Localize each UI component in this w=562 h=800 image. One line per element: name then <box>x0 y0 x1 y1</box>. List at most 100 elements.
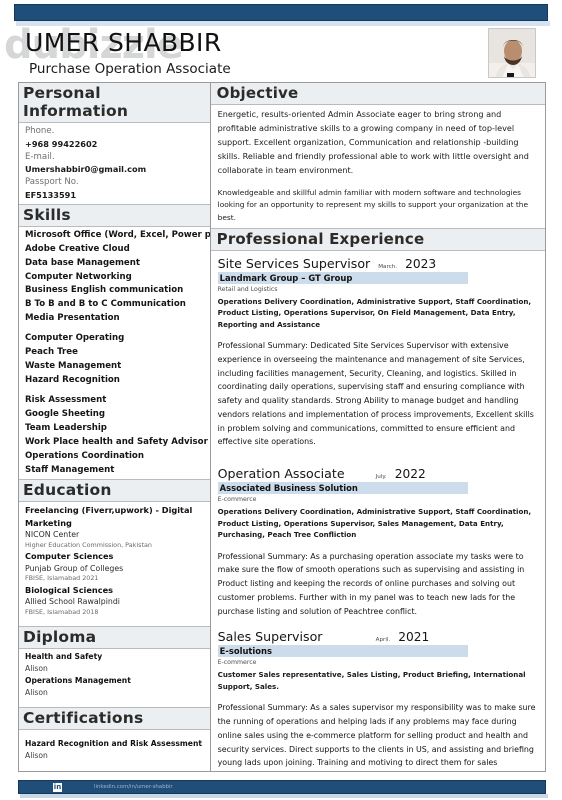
skills-body: Microsoft Office (Word, Excel, Power poi… <box>19 227 210 480</box>
skill-item: Operations Coordination <box>25 450 144 461</box>
skill-item: Media Presentation <box>25 313 120 324</box>
diploma-title: Health and Safety <box>25 651 103 661</box>
section-header-skills: Skills <box>19 203 210 227</box>
experience-entry: Sales Supervisor April. 2021 E-solutions… <box>217 629 537 770</box>
linkedin-icon[interactable]: in <box>53 782 62 792</box>
section-header-personal-information: Personal Information <box>19 83 210 123</box>
phone-value: +968 99422602 <box>25 138 98 149</box>
experience-year: 2023 <box>405 256 437 271</box>
resume-body: Personal Information Phone. +968 9942260… <box>18 82 546 772</box>
avatar <box>488 28 536 78</box>
education-entry: Biological Sciences Allied School Rawalp… <box>25 584 205 618</box>
objective-paragraph-1: Energetic, results-oriented Admin Associ… <box>217 109 529 175</box>
footer-bar: in linkedin.com/in/umer-shabbir <box>18 780 546 794</box>
skill-item: Risk Assessment <box>25 394 107 405</box>
skill-item: Work Place health and Safety Advisor <box>25 436 208 447</box>
experience-duties: Operations Delivery Coordination, Admini… <box>217 296 532 329</box>
experience-summary: Professional Summary: As a sales supervi… <box>217 703 536 768</box>
skill-item: Microsoft Office (Word, Excel, Power poi… <box>25 229 211 240</box>
top-decorative-bar <box>14 4 548 21</box>
experience-year: 2021 <box>398 630 430 645</box>
experience-position: Operation Associate <box>217 466 345 482</box>
experience-industry: E-commerce <box>217 659 257 667</box>
skill-item: Peach Tree <box>25 347 78 358</box>
certification-entry: Hazard Recognition and Risk Assessment A… <box>25 738 205 762</box>
section-header-objective: Objective <box>210 83 545 105</box>
skill-item: Computer Operating <box>25 333 125 344</box>
diploma-provider: Alison <box>25 687 48 697</box>
education-degree: Computer Sciences <box>25 551 114 562</box>
education-entry: Computer Sciences Punjab Group of Colleg… <box>25 550 205 584</box>
diploma-entry: Health and Safety Alison <box>25 651 205 675</box>
resume-page: dubizzle UMER SHABBIR Purchase Operation… <box>0 0 562 800</box>
experience-month: July. <box>375 474 387 481</box>
education-degree: Freelancing (Fiverr,upwork) - Digital Ma… <box>25 505 193 528</box>
skill-item: Computer Networking <box>25 271 132 282</box>
skill-item: Waste Management <box>25 361 122 372</box>
experience-industry: Retail and Logistics <box>217 285 278 293</box>
skill-item: Team Leadership <box>25 422 107 433</box>
top-bar-shadow <box>16 21 550 26</box>
certification-provider: Alison <box>25 751 48 761</box>
education-board: FBISE, Islamabad 2021 <box>25 574 99 583</box>
experience-company: Associated Business Solution <box>217 482 468 495</box>
linkedin-url[interactable]: linkedin.com/in/umer-shabbir <box>94 784 173 790</box>
experience-summary: Professional Summary: As a purchasing op… <box>217 551 525 616</box>
section-header-diploma: Diploma <box>19 625 210 649</box>
experience-entry: Operation Associate July. 2022 Associate… <box>217 466 537 618</box>
experience-heading: Operation Associate July. 2022 <box>218 466 537 481</box>
certification-title: Hazard Recognition and Risk Assessment <box>25 739 202 749</box>
objective-paragraph-2: Knowledgeable and skillful admin familia… <box>217 187 528 222</box>
skill-item: Staff Management <box>25 464 115 475</box>
certifications-body: Hazard Recognition and Risk Assessment A… <box>19 730 210 771</box>
diploma-body: Health and Safety Alison Operations Mana… <box>19 649 210 708</box>
experience-duties: Customer Sales representative, Sales Lis… <box>217 670 526 691</box>
experience-industry: E-commerce <box>217 496 257 504</box>
education-body: Freelancing (Fiverr,upwork) - Digital Ma… <box>19 502 210 625</box>
experience-duties: Operations Delivery Coordination, Admini… <box>217 507 532 540</box>
section-header-certifications: Certifications <box>19 707 210 731</box>
skill-item: Google Sheeting <box>25 408 106 419</box>
experience-company: E-solutions <box>217 645 468 658</box>
diploma-title: Operations Management <box>25 675 131 685</box>
education-institution: NICON Center <box>25 530 80 540</box>
section-header-education: Education <box>19 479 210 503</box>
experience-entry: Site Services Supervisor March. 2023 Lan… <box>217 255 537 449</box>
objective-body: Energetic, results-oriented Admin Associ… <box>211 105 545 228</box>
education-institution: Allied School Rawalpindi <box>25 597 120 607</box>
education-entry: Freelancing (Fiverr,upwork) - Digital Ma… <box>25 504 205 550</box>
passport-value: EF5133591 <box>25 190 77 201</box>
skill-item: Data base Management <box>25 257 140 268</box>
section-header-professional-experience: Professional Experience <box>210 227 545 251</box>
diploma-provider: Alison <box>25 663 48 673</box>
email-label: E-mail. <box>25 151 55 162</box>
header-name-block: UMER SHABBIR Purchase Operation Associat… <box>25 29 231 78</box>
experience-year: 2022 <box>394 467 426 482</box>
education-board: Higher Education Commission, Pakistan <box>25 540 152 549</box>
right-column: Objective Energetic, results-oriented Ad… <box>210 83 545 771</box>
header-job-title: Purchase Operation Associate <box>29 61 231 78</box>
footer-shadow <box>20 794 548 798</box>
passport-label: Passport No. <box>25 177 79 188</box>
phone-label: Phone. <box>25 126 55 136</box>
skill-item: Adobe Creative Cloud <box>25 243 130 254</box>
experience-position: Sales Supervisor <box>217 629 323 645</box>
skill-item: B To B and B to C Communication <box>25 299 186 310</box>
skill-item: Hazard Recognition <box>25 375 120 385</box>
experience-company: Landmark Group – GT Group <box>217 271 468 284</box>
experience-month: March. <box>378 263 398 270</box>
education-board: FBISE, Islamabad 2018 <box>25 607 99 616</box>
education-institution: Punjab Group of Colleges <box>25 563 124 573</box>
left-column: Personal Information Phone. +968 9942260… <box>19 83 211 771</box>
professional-experience-body: Site Services Supervisor March. 2023 Lan… <box>211 251 545 771</box>
experience-heading: Sales Supervisor April. 2021 <box>218 629 537 644</box>
education-degree: Biological Sciences <box>25 584 114 595</box>
email-value: Umershabbir0@gmail.com <box>25 164 147 175</box>
experience-position: Site Services Supervisor <box>217 255 371 271</box>
